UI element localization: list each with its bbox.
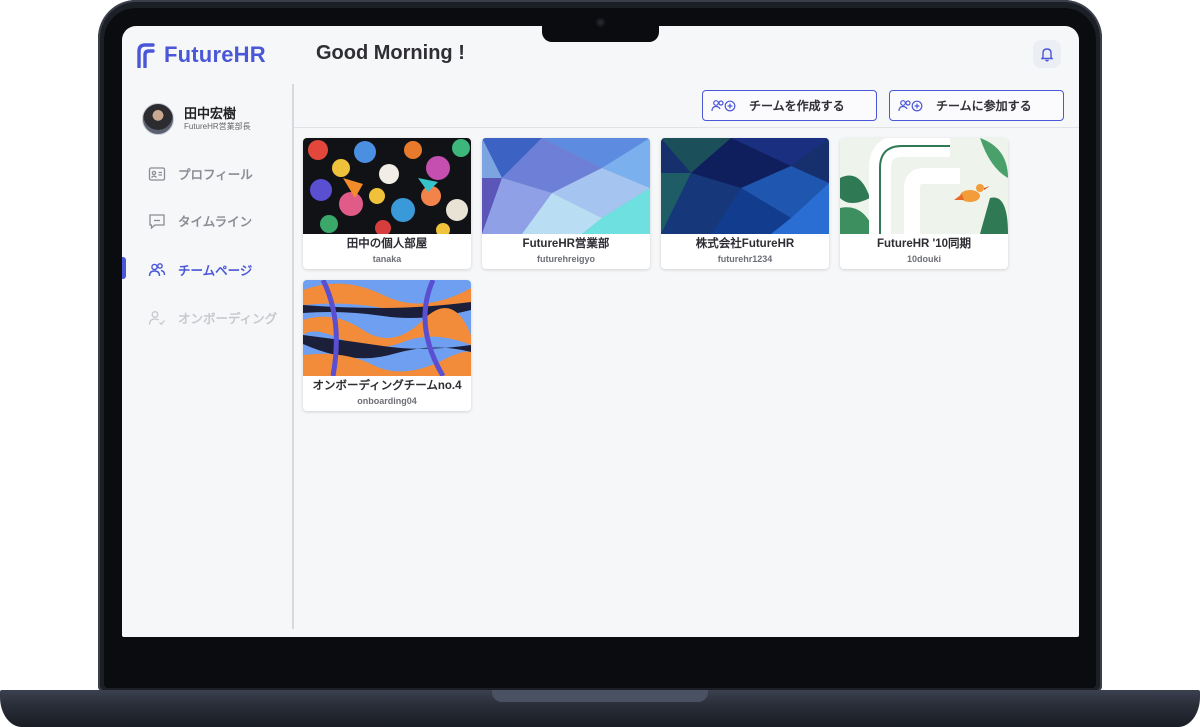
team-image-illustrated-characters bbox=[303, 138, 471, 234]
team-id: futurehreigyo bbox=[536, 254, 595, 264]
sidebar-item-team-page[interactable]: チームページ bbox=[148, 260, 252, 279]
team-image-blue-low-poly bbox=[482, 138, 650, 234]
avatar bbox=[142, 103, 174, 135]
team-image-wavy-stripes bbox=[303, 280, 471, 376]
create-team-button[interactable]: チームを作成する bbox=[702, 90, 877, 121]
team-name: 株式会社FutureHR bbox=[695, 238, 795, 250]
join-team-label: チームに参加する bbox=[936, 99, 1032, 113]
team-card[interactable]: FutureHR営業部 futurehreigyo bbox=[482, 138, 650, 269]
sidebar-item-label: チームページ bbox=[178, 264, 253, 278]
active-nav-indicator bbox=[122, 257, 126, 279]
sidebar-item-profile[interactable]: プロフィール bbox=[148, 164, 253, 183]
user-profile[interactable]: 田中宏樹 FutureHR営業部長 bbox=[142, 103, 251, 135]
id-card-icon bbox=[148, 166, 166, 181]
team-image-dark-blue-low-poly bbox=[661, 138, 829, 234]
team-id: futurehr1234 bbox=[717, 254, 773, 264]
sidebar-item-label: プロフィール bbox=[178, 168, 253, 182]
join-team-button[interactable]: チームに参加する bbox=[889, 90, 1064, 121]
user-check-icon bbox=[148, 310, 165, 325]
futurehr-logo-icon bbox=[137, 43, 155, 68]
sidebar-item-label: タイムライン bbox=[178, 215, 253, 229]
toolbar-divider bbox=[294, 127, 1079, 128]
team-id: 10douki bbox=[906, 254, 941, 264]
app-logo[interactable]: FutureHR bbox=[136, 42, 266, 68]
sidebar-item-onboarding[interactable]: オンボーディング bbox=[148, 308, 277, 327]
team-name: FutureHR '10同期 bbox=[876, 238, 972, 250]
app-brand-name: FutureHR bbox=[164, 42, 266, 67]
user-role: FutureHR営業部長 bbox=[184, 122, 251, 131]
camera-icon bbox=[596, 18, 605, 27]
team-card[interactable]: 田中の個人部屋 tanaka bbox=[303, 138, 471, 269]
join-team-icon bbox=[898, 99, 923, 111]
team-name: 田中の個人部屋 bbox=[346, 238, 428, 250]
laptop-base-groove bbox=[492, 690, 708, 702]
create-team-label: チームを作成する bbox=[749, 99, 845, 113]
team-image-leaves-logo-bird bbox=[840, 138, 1008, 234]
team-id: tanaka bbox=[372, 254, 402, 264]
add-team-icon bbox=[711, 99, 736, 111]
sidebar: FutureHR 田中宏樹 FutureHR営業部長 プロフィール タイムライン… bbox=[122, 26, 294, 637]
team-card[interactable]: オンボーディングチームno.4 onboarding04 bbox=[303, 280, 471, 411]
team-name: オンボーディングチームno.4 bbox=[312, 380, 462, 392]
app-screen: FutureHR 田中宏樹 FutureHR営業部長 プロフィール タイムライン… bbox=[122, 26, 1079, 637]
page-greeting: Good Morning ! bbox=[316, 42, 465, 64]
team-icon bbox=[148, 262, 166, 276]
team-card[interactable]: FutureHR '10同期 10douki bbox=[840, 138, 1008, 269]
team-name: FutureHR営業部 bbox=[522, 238, 610, 250]
team-id: onboarding04 bbox=[357, 396, 417, 406]
bell-icon bbox=[1040, 48, 1054, 62]
notification-button[interactable] bbox=[1033, 40, 1061, 68]
sidebar-item-timeline[interactable]: タイムライン bbox=[148, 211, 252, 230]
user-name: 田中宏樹 bbox=[184, 106, 237, 121]
sidebar-item-label: オンボーディング bbox=[178, 312, 278, 326]
chat-icon bbox=[149, 213, 165, 229]
team-card[interactable]: 株式会社FutureHR futurehr1234 bbox=[661, 138, 829, 269]
sidebar-divider bbox=[292, 84, 294, 629]
